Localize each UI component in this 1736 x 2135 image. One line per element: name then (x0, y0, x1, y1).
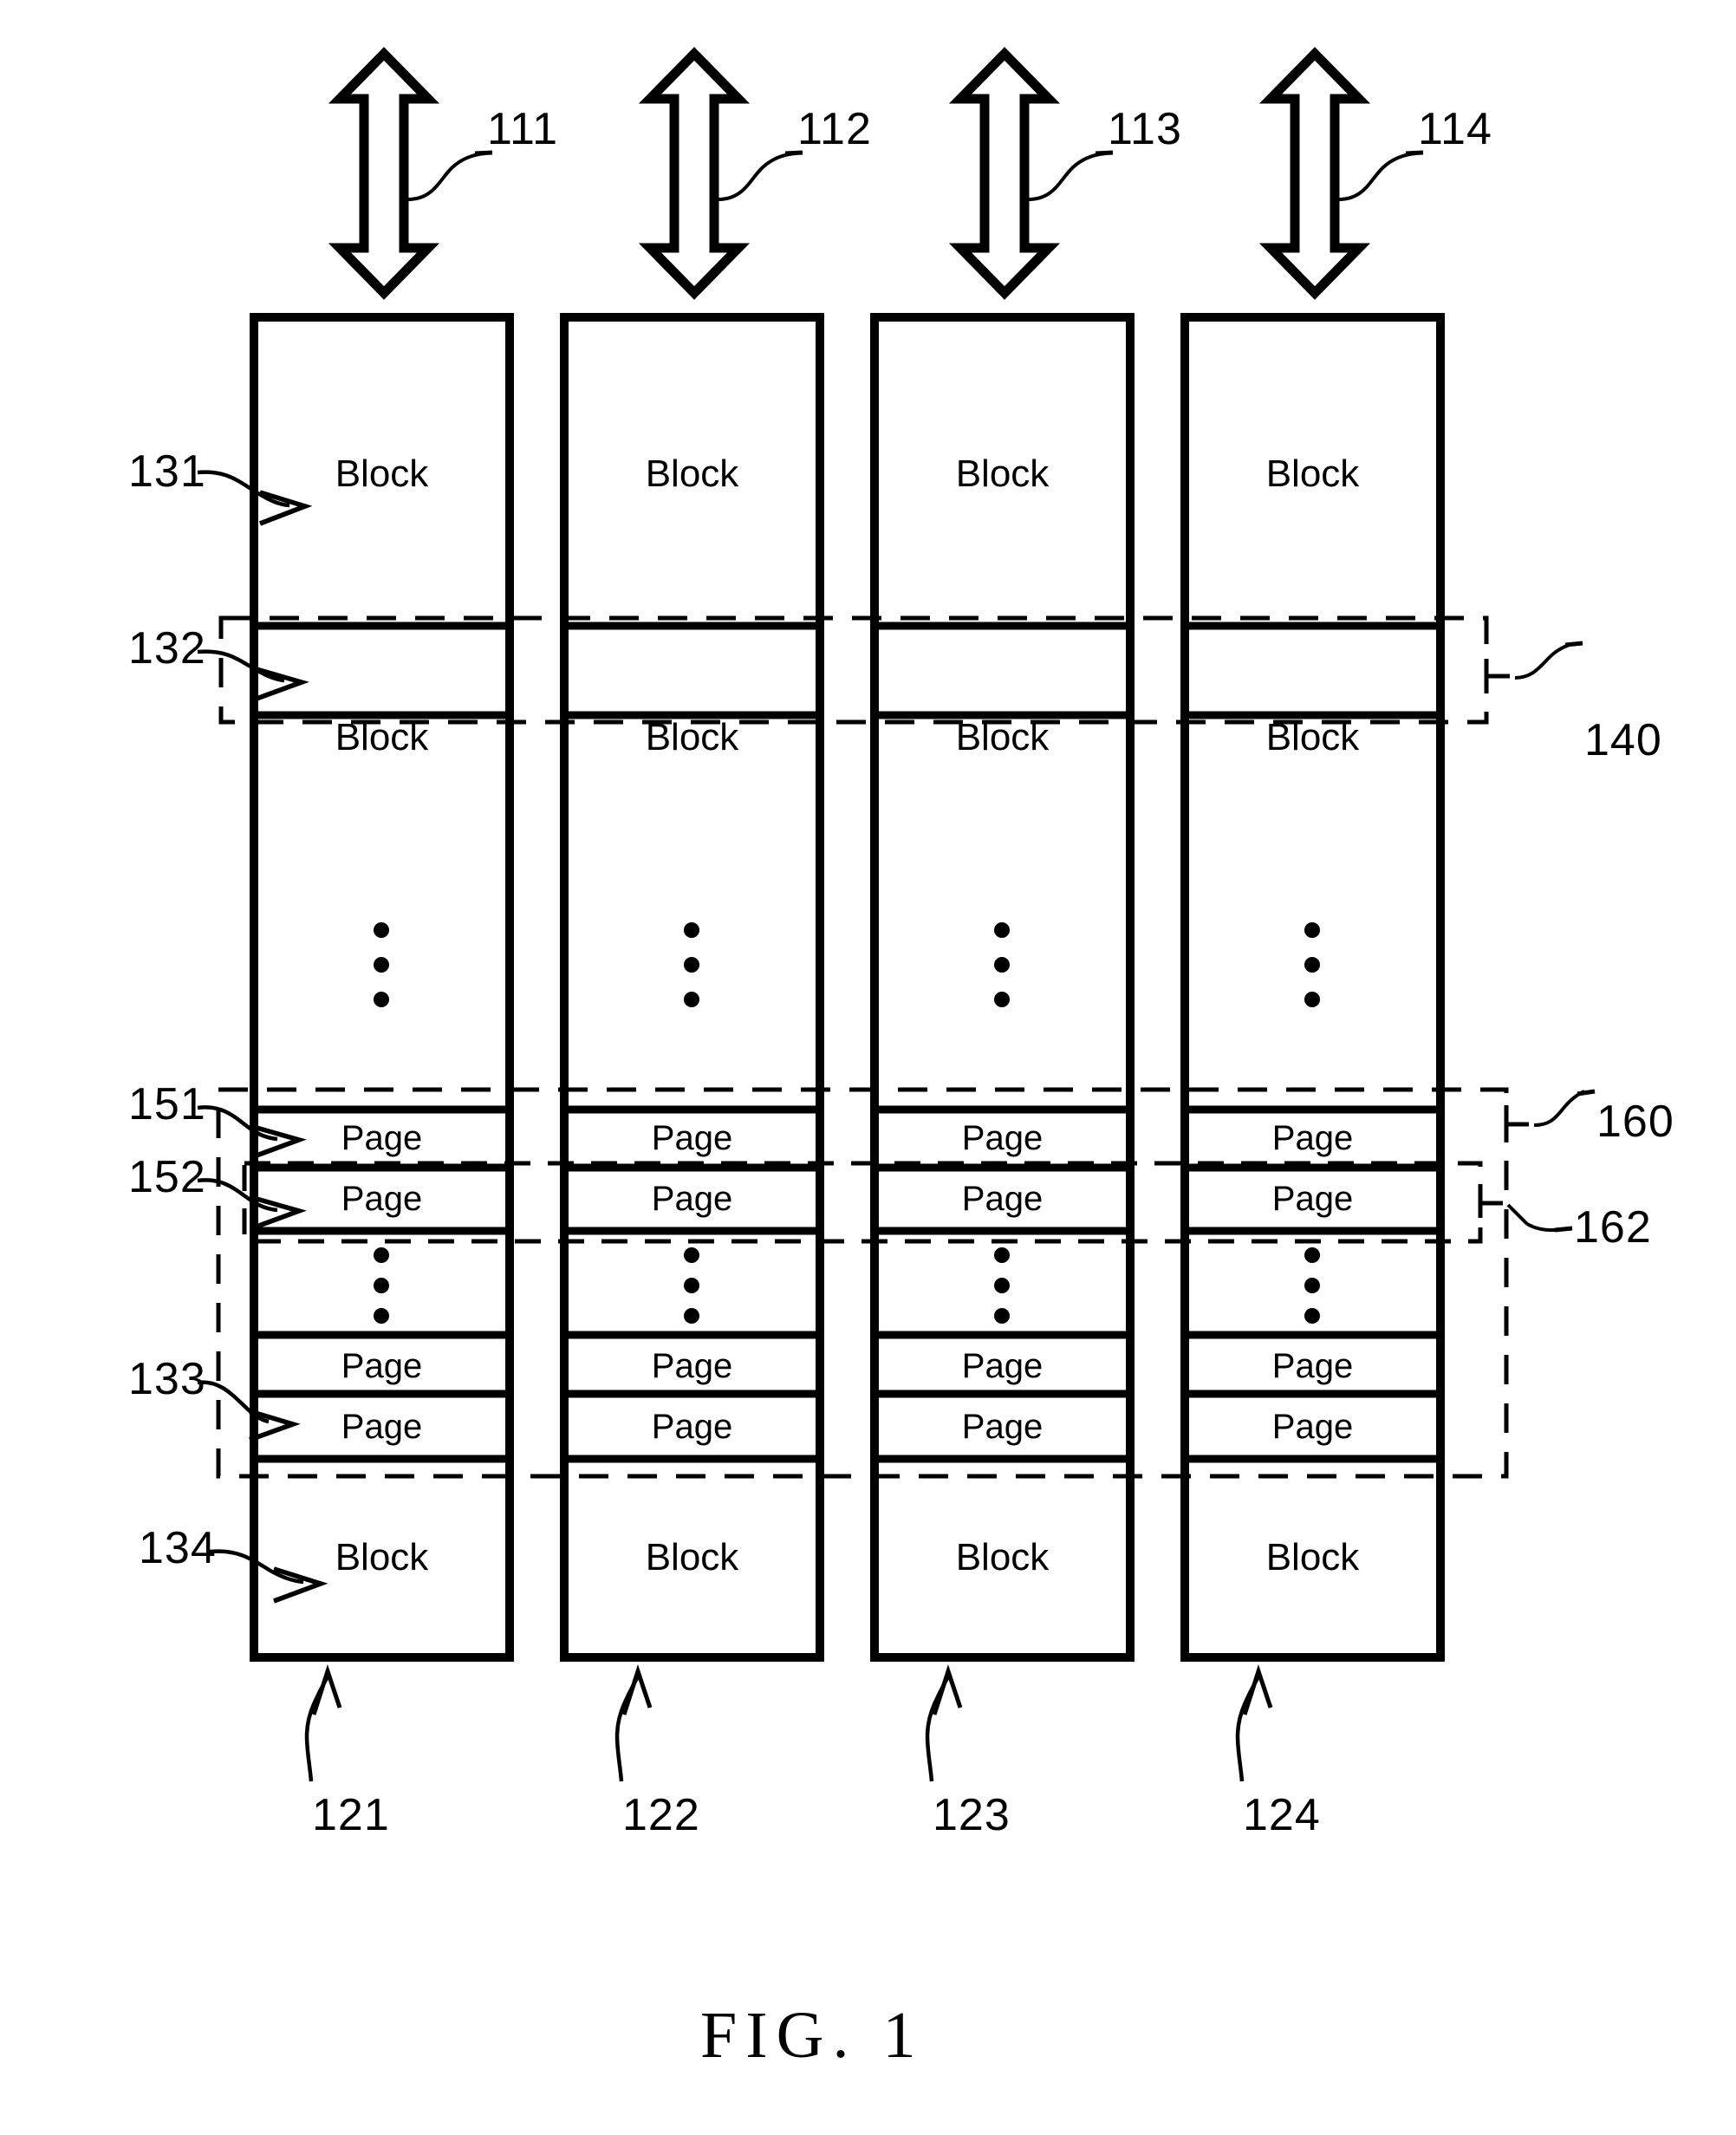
ref-121: 121 (312, 1790, 390, 1840)
bottom-leader-122 (614, 1663, 653, 1782)
ref-132: 132 (128, 623, 206, 674)
ref-111: 111 (487, 104, 559, 154)
plane-column-122 (560, 313, 824, 1662)
figure-caption: FIG. 1 (700, 1999, 925, 2072)
top-arrow-114 (1258, 47, 1371, 300)
leader-114 (1334, 150, 1424, 202)
ref-152: 152 (128, 1152, 206, 1202)
plane-column-123 (870, 313, 1135, 1662)
figure-canvas (197, 47, 1596, 1782)
ref-160: 160 (1596, 1097, 1674, 1147)
ref-122: 122 (622, 1790, 700, 1840)
leader-112 (713, 150, 803, 202)
bottom-leader-123 (925, 1663, 963, 1782)
ref-134: 134 (139, 1523, 217, 1573)
ref-112: 112 (797, 104, 872, 154)
top-arrow-113 (948, 47, 1061, 300)
ref-140: 140 (1584, 715, 1662, 765)
bottom-leader-124 (1235, 1663, 1273, 1782)
ref-124: 124 (1243, 1790, 1321, 1840)
ref-131: 131 (128, 446, 206, 497)
ref-133: 133 (128, 1354, 206, 1404)
bottom-leader-121 (304, 1663, 342, 1782)
leader-111 (403, 150, 493, 202)
patent-figure: Block Block Block Block Block Block Bloc… (0, 0, 1736, 2135)
top-arrow-112 (638, 47, 751, 300)
ref-123: 123 (933, 1790, 1011, 1840)
ref-151: 151 (128, 1079, 206, 1129)
plane-column-124 (1180, 313, 1445, 1662)
ref-114: 114 (1418, 104, 1492, 154)
top-arrow-111 (328, 47, 440, 300)
plane-column-121 (250, 313, 514, 1662)
ref-162: 162 (1574, 1202, 1652, 1253)
leader-113 (1024, 150, 1114, 202)
ref-113: 113 (1108, 104, 1182, 154)
